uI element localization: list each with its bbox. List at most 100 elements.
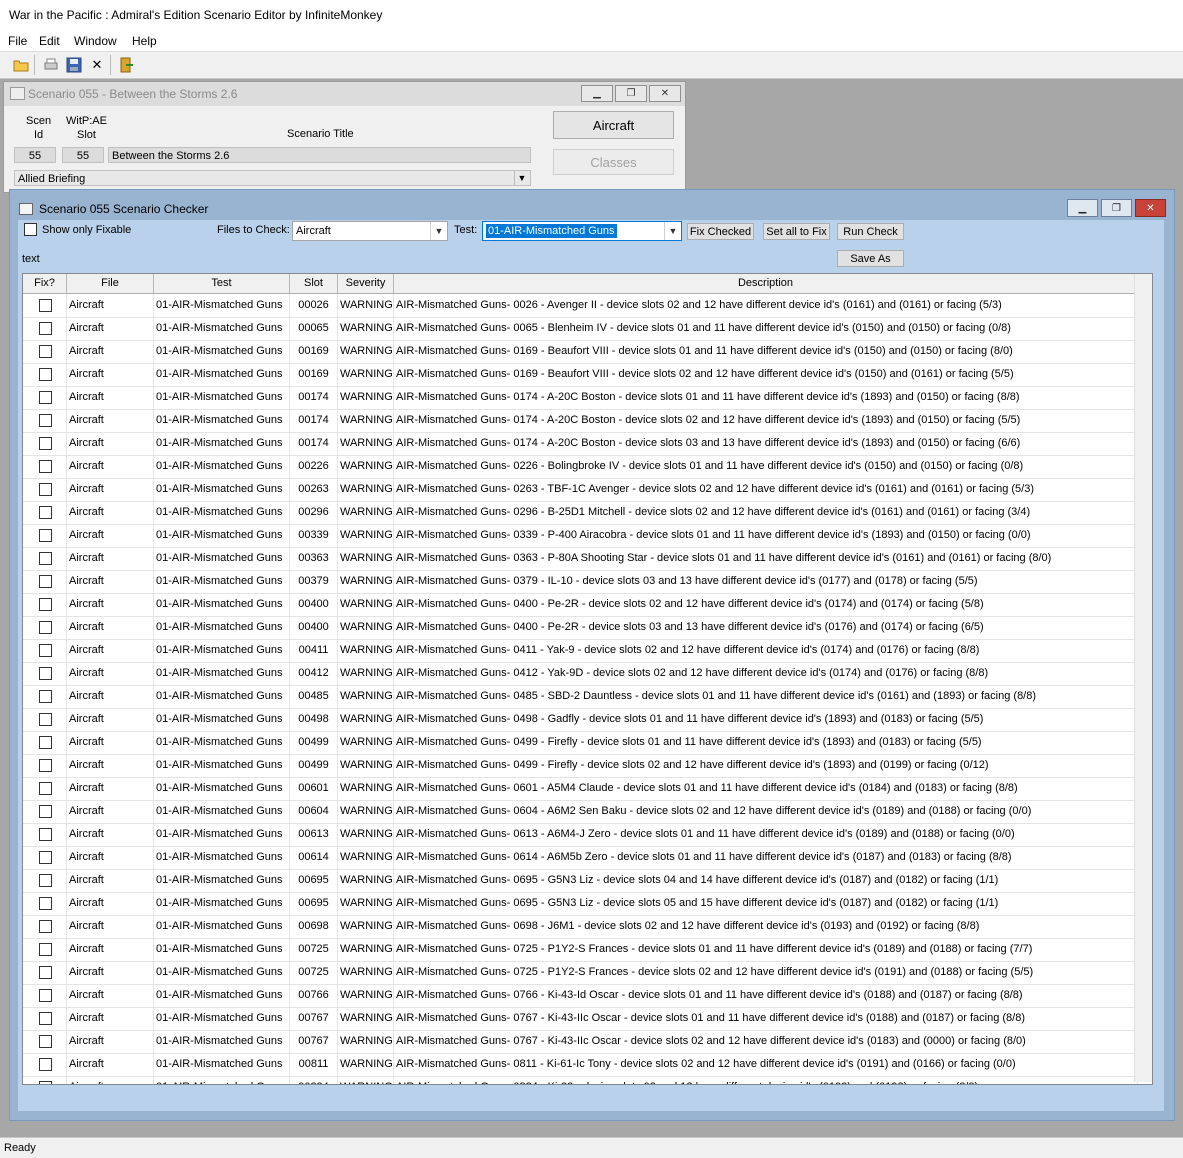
save-icon[interactable] xyxy=(65,56,83,74)
save-as-button[interactable]: Save As xyxy=(837,250,904,267)
table-row[interactable]: Aircraft 01-AIR-Mismatched Guns 00363 WARNI… xyxy=(23,547,1138,571)
table-row[interactable]: Aircraft 01-AIR-Mismatched Guns 00695 WARNI… xyxy=(23,869,1138,893)
table-row[interactable]: Aircraft01-AIR-Mismatched Guns00824WARNI… xyxy=(23,1076,1138,1084)
minimize-button[interactable]: ▁ xyxy=(581,85,613,102)
fix-checkbox[interactable] xyxy=(39,506,52,519)
table-row[interactable]: Aircraft 01-AIR-Mismatched Guns 00499 WARNI… xyxy=(23,731,1138,755)
open-folder-icon[interactable] xyxy=(12,56,30,74)
fix-checkbox[interactable] xyxy=(39,1035,52,1048)
fix-checkbox[interactable] xyxy=(39,1058,52,1071)
table-row[interactable]: Aircraft 01-AIR-Mismatched Guns 00725 WARNI… xyxy=(23,938,1138,962)
table-row[interactable]: Aircraft 01-AIR-Mismatched Guns 00169 WARNI… xyxy=(23,340,1138,364)
restore-button[interactable]: ❐ xyxy=(615,85,647,102)
table-row[interactable]: Aircraft 01-AIR-Mismatched Guns 00400 WARNI… xyxy=(23,593,1138,617)
table-row[interactable]: Aircraft 01-AIR-Mismatched Guns 00604 WARNI… xyxy=(23,800,1138,824)
table-row[interactable]: Aircraft 01-AIR-Mismatched Guns 00601 WARNI… xyxy=(23,777,1138,801)
fix-checkbox[interactable] xyxy=(39,368,52,381)
fix-checkbox[interactable] xyxy=(39,897,52,910)
fix-checkbox[interactable] xyxy=(39,552,52,565)
classes-button[interactable]: Classes xyxy=(553,149,674,175)
menu-help[interactable]: Help xyxy=(132,34,157,48)
fix-checkbox[interactable] xyxy=(39,920,52,933)
fix-checkbox[interactable] xyxy=(39,414,52,427)
table-row[interactable]: Aircraft 01-AIR-Mismatched Guns 00498 WARNI… xyxy=(23,708,1138,732)
scenario-title-field[interactable]: Between the Storms 2.6 xyxy=(108,147,531,163)
fix-checkbox[interactable] xyxy=(39,805,52,818)
table-row[interactable]: Aircraft 01-AIR-Mismatched Guns 00026 WARNI… xyxy=(23,294,1138,318)
table-row[interactable]: Aircraft 01-AIR-Mismatched Guns 00698 WARNI… xyxy=(23,915,1138,939)
fix-checkbox[interactable] xyxy=(39,391,52,404)
table-row[interactable]: Aircraft 01-AIR-Mismatched Guns 00766 WARNI… xyxy=(23,984,1138,1008)
results-grid[interactable]: Fix? File Test Slot Severity Description… xyxy=(22,273,1153,1085)
slot-field[interactable]: 55 xyxy=(62,147,104,163)
restore-button[interactable]: ❐ xyxy=(1101,199,1132,217)
fix-checkbox[interactable] xyxy=(39,529,52,542)
close-button[interactable]: ✕ xyxy=(649,85,681,102)
table-row[interactable]: Aircraft 01-AIR-Mismatched Guns 00613 WARNI… xyxy=(23,823,1138,847)
table-row[interactable]: Aircraft 01-AIR-Mismatched Guns 00725 WARNI… xyxy=(23,961,1138,985)
fix-checked-button[interactable]: Fix Checked xyxy=(687,223,754,240)
set-all-to-fix-button[interactable]: Set all to Fix xyxy=(763,223,830,240)
table-row[interactable]: Aircraft 01-AIR-Mismatched Guns 00174 WARNI… xyxy=(23,432,1138,456)
menu-window[interactable]: Window xyxy=(74,34,117,48)
fix-checkbox[interactable] xyxy=(39,851,52,864)
close-button[interactable]: ✕ xyxy=(1135,199,1166,217)
fix-checkbox[interactable] xyxy=(39,966,52,979)
fix-checkbox[interactable] xyxy=(39,759,52,772)
test-select[interactable]: 01-AIR-Mismatched Guns ▼ xyxy=(482,221,682,241)
table-row[interactable]: Aircraft 01-AIR-Mismatched Guns 00485 WARNI… xyxy=(23,685,1138,709)
run-check-button[interactable]: Run Check xyxy=(837,223,904,240)
scen-id-field[interactable]: 55 xyxy=(14,147,56,163)
fix-checkbox[interactable] xyxy=(39,437,52,450)
scenario-window-titlebar[interactable]: Scenario 055 - Between the Storms 2.6 ▁ … xyxy=(4,82,685,106)
fix-checkbox[interactable] xyxy=(39,943,52,956)
table-row[interactable]: Aircraft 01-AIR-Mismatched Guns 00767 WARNI… xyxy=(23,1030,1138,1054)
table-row[interactable]: Aircraft 01-AIR-Mismatched Guns 00174 WARNI… xyxy=(23,409,1138,433)
fix-checkbox[interactable] xyxy=(39,713,52,726)
table-row[interactable]: Aircraft 01-AIR-Mismatched Guns 00263 WARNI… xyxy=(23,478,1138,502)
fix-checkbox[interactable] xyxy=(39,621,52,634)
table-row[interactable]: Aircraft 01-AIR-Mismatched Guns 00695 WARNI… xyxy=(23,892,1138,916)
table-row[interactable]: Aircraft 01-AIR-Mismatched Guns 00065 WARNI… xyxy=(23,317,1138,341)
fix-checkbox[interactable] xyxy=(39,483,52,496)
fix-checkbox[interactable] xyxy=(39,598,52,611)
close-x-icon[interactable]: ✕ xyxy=(88,56,106,74)
table-row[interactable]: Aircraft 01-AIR-Mismatched Guns 00169 WARNI… xyxy=(23,363,1138,387)
header-slot[interactable]: Slot xyxy=(290,274,338,293)
table-row[interactable]: Aircraft 01-AIR-Mismatched Guns 00811 WARNI… xyxy=(23,1053,1138,1077)
table-row[interactable]: Aircraft 01-AIR-Mismatched Guns 00411 WARNI… xyxy=(23,639,1138,663)
fix-checkbox[interactable] xyxy=(39,828,52,841)
show-only-fixable-checkbox[interactable] xyxy=(24,223,37,236)
fix-checkbox[interactable] xyxy=(39,736,52,749)
fix-checkbox[interactable] xyxy=(39,1081,52,1084)
checker-titlebar[interactable]: Scenario 055 Scenario Checker ▁ ❐ ✕ xyxy=(10,190,1174,220)
fix-checkbox[interactable] xyxy=(39,989,52,1002)
menu-edit[interactable]: Edit xyxy=(39,34,60,48)
fix-checkbox[interactable] xyxy=(39,345,52,358)
fix-checkbox[interactable] xyxy=(39,690,52,703)
fix-checkbox[interactable] xyxy=(39,460,52,473)
header-fix[interactable]: Fix? xyxy=(23,274,67,293)
fix-checkbox[interactable] xyxy=(39,874,52,887)
table-row[interactable]: Aircraft 01-AIR-Mismatched Guns 00614 WARNI… xyxy=(23,846,1138,870)
table-row[interactable]: Aircraft 01-AIR-Mismatched Guns 00499 WARNI… xyxy=(23,754,1138,778)
table-row[interactable]: Aircraft 01-AIR-Mismatched Guns 00296 WARNI… xyxy=(23,501,1138,525)
fix-checkbox[interactable] xyxy=(39,575,52,588)
fix-checkbox[interactable] xyxy=(39,322,52,335)
fix-checkbox[interactable] xyxy=(39,299,52,312)
table-row[interactable]: Aircraft 01-AIR-Mismatched Guns 00379 WARNI… xyxy=(23,570,1138,594)
header-severity[interactable]: Severity xyxy=(338,274,394,293)
menu-file[interactable]: File xyxy=(8,34,27,48)
table-row[interactable]: Aircraft 01-AIR-Mismatched Guns 00339 WARNI… xyxy=(23,524,1138,548)
fix-checkbox[interactable] xyxy=(39,667,52,680)
header-description[interactable]: Description xyxy=(394,274,1138,293)
briefing-select[interactable]: Allied Briefing ▼ xyxy=(14,170,531,186)
header-file[interactable]: File xyxy=(67,274,154,293)
minimize-button[interactable]: ▁ xyxy=(1067,199,1098,217)
vertical-scrollbar[interactable] xyxy=(1134,274,1152,1082)
aircraft-button[interactable]: Aircraft xyxy=(553,111,674,139)
table-row[interactable]: Aircraft 01-AIR-Mismatched Guns 00174 WARNI… xyxy=(23,386,1138,410)
exit-door-icon[interactable] xyxy=(117,56,135,74)
fix-checkbox[interactable] xyxy=(39,782,52,795)
fix-checkbox[interactable] xyxy=(39,644,52,657)
